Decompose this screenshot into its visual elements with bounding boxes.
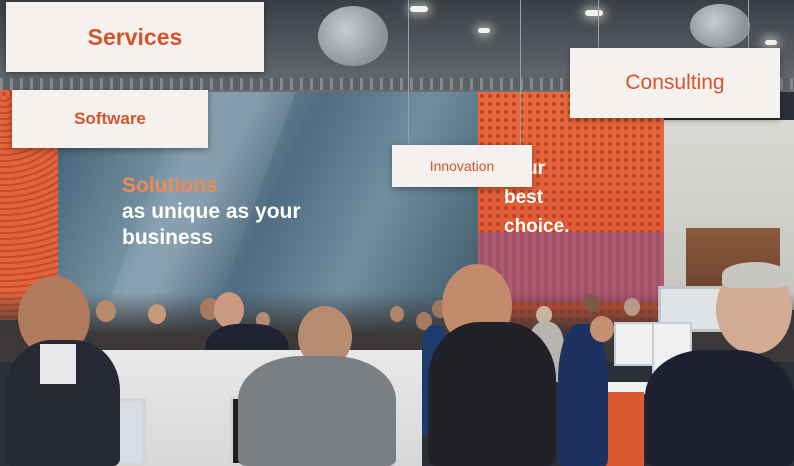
sign-wire	[408, 0, 409, 145]
trade-show-photo: Solutions as unique as your business ur …	[0, 0, 794, 466]
services-sign: Services	[6, 2, 264, 72]
info-panel	[614, 322, 654, 366]
visitor-head	[96, 300, 116, 322]
visitor-head	[624, 298, 640, 316]
headline-line-2: as unique as your	[122, 200, 301, 223]
man-left-collar	[40, 344, 76, 384]
visitor-head	[584, 294, 600, 312]
sign-wire	[598, 0, 599, 48]
sign-wire	[520, 0, 521, 145]
visitor-blue-suit	[558, 324, 608, 466]
consulting-sign: Consulting	[570, 48, 780, 118]
ceiling-duct	[318, 6, 388, 66]
man-center-jacket	[428, 322, 556, 466]
headline-line-3: business	[122, 226, 214, 249]
man-right-jacket	[645, 350, 794, 466]
man-right-hair	[722, 262, 788, 288]
visitor-head	[390, 306, 404, 322]
video-wall-headline: Solutions as unique as your business	[122, 173, 301, 251]
headline-line-1: Solutions	[122, 174, 218, 197]
slogan-line-3: choice.	[504, 216, 570, 237]
ceiling-light	[410, 6, 428, 12]
ceiling-light	[765, 40, 777, 45]
man-grey-shirt	[238, 356, 396, 466]
ceiling-light	[478, 28, 490, 33]
innovation-sign: Innovation	[392, 145, 532, 187]
visitor-head	[590, 316, 614, 342]
visitor-head	[148, 304, 166, 324]
visitor-head	[214, 292, 244, 328]
ceiling-light	[585, 10, 603, 16]
software-sign: Software	[12, 90, 208, 148]
sign-wire	[748, 0, 749, 48]
ceiling-duct	[690, 4, 750, 48]
slogan-line-2: best	[504, 187, 544, 208]
